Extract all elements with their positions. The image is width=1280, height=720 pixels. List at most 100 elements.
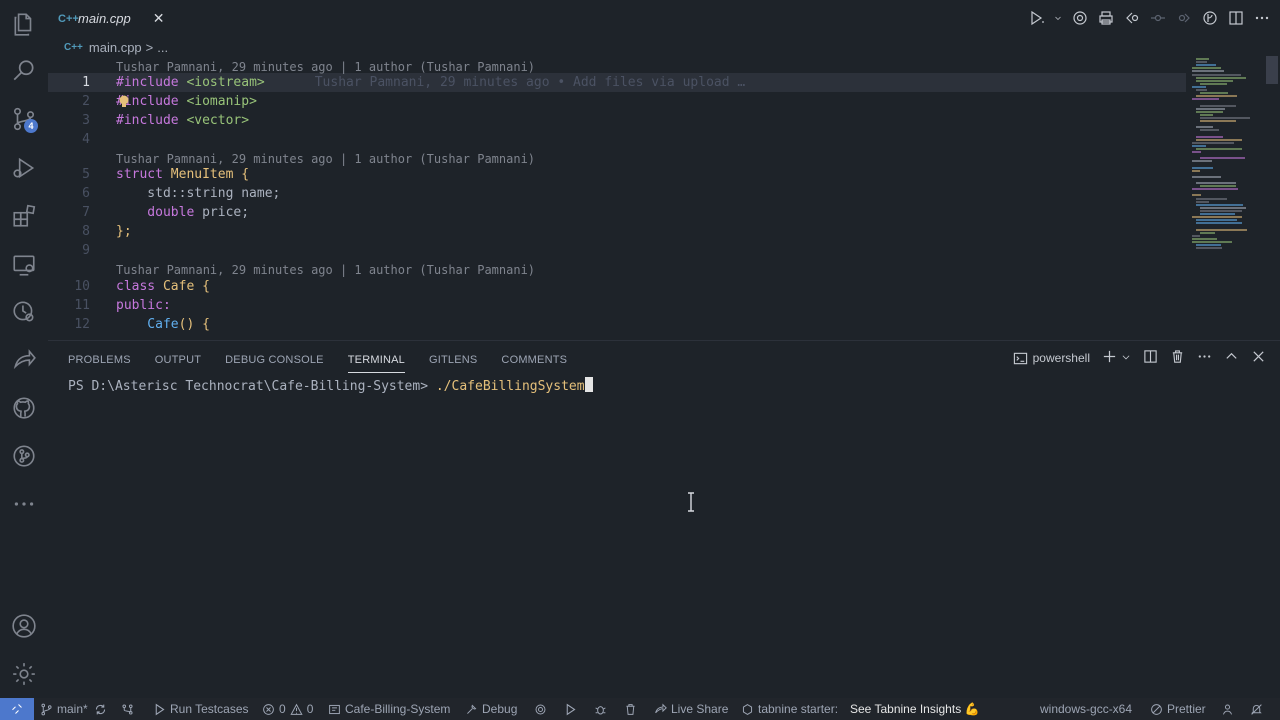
minimap-line bbox=[1200, 213, 1235, 215]
debug-target-button[interactable] bbox=[594, 698, 607, 720]
settings-gear-icon[interactable] bbox=[1071, 10, 1088, 27]
terminal-shell-selector[interactable]: powershell bbox=[1013, 351, 1090, 366]
editor-scrollbar[interactable] bbox=[1266, 56, 1278, 84]
trash-icon[interactable] bbox=[1170, 349, 1185, 367]
breadcrumb-file[interactable]: main.cpp bbox=[89, 40, 142, 55]
minimap-line bbox=[1192, 169, 1200, 172]
more-icon[interactable] bbox=[8, 488, 40, 520]
remote-indicator[interactable] bbox=[0, 698, 34, 720]
gitlens-graph-button[interactable] bbox=[121, 698, 134, 720]
extensions-icon[interactable] bbox=[8, 200, 40, 232]
breadcrumb-more[interactable]: ... bbox=[157, 40, 168, 55]
notifications-button[interactable] bbox=[1250, 698, 1263, 720]
minimap-line bbox=[1192, 160, 1212, 163]
accounts-icon[interactable] bbox=[8, 610, 40, 642]
minimap-line bbox=[1192, 166, 1213, 169]
cmake-project-button[interactable]: Cafe-Billing-System bbox=[328, 698, 450, 720]
line-number: 7 bbox=[82, 205, 90, 220]
run-testcases-button[interactable]: Run Testcases bbox=[153, 698, 249, 720]
tab-output[interactable]: OUTPUT bbox=[155, 347, 201, 373]
minimap-line bbox=[1196, 79, 1233, 82]
minimap-line bbox=[1200, 185, 1236, 188]
more-actions-icon[interactable] bbox=[1197, 349, 1212, 367]
code-line[interactable]: 5 struct MenuItem { bbox=[48, 165, 1188, 184]
code-line[interactable]: 1 #include <iostream> Tushar Pamnani, 29 … bbox=[48, 73, 1188, 92]
lightbulb-icon[interactable] bbox=[118, 95, 130, 109]
clean-button[interactable] bbox=[624, 698, 637, 720]
open-changes-icon[interactable] bbox=[1123, 10, 1140, 27]
code-line[interactable]: 9 bbox=[48, 241, 1188, 260]
minimap-line bbox=[1196, 107, 1225, 110]
accounts-status-button[interactable] bbox=[1221, 698, 1234, 720]
compiler-label: windows-gcc-x64 bbox=[1040, 702, 1133, 716]
prettier-button[interactable]: Prettier bbox=[1150, 698, 1206, 720]
tab-main-cpp[interactable]: C++ main.cpp ✕ bbox=[48, 0, 174, 36]
explorer-icon[interactable] bbox=[8, 8, 40, 40]
code-line[interactable]: 3 #include <vector> bbox=[48, 111, 1188, 130]
minimap[interactable] bbox=[1188, 56, 1264, 338]
panel-actions: powershell bbox=[1013, 347, 1266, 369]
code-line[interactable]: 6 std::string name; bbox=[48, 184, 1188, 203]
tabnine-insights-link[interactable]: See Tabnine Insights 💪 bbox=[850, 698, 979, 720]
code-editor[interactable]: Tushar Pamnani, 29 minutes ago | 1 autho… bbox=[48, 56, 1188, 338]
tab-terminal[interactable]: TERMINAL bbox=[347, 347, 405, 373]
run-debug-icon[interactable] bbox=[8, 152, 40, 184]
breadcrumb-separator: > bbox=[145, 39, 154, 55]
minimap-line bbox=[1192, 188, 1238, 191]
code-line[interactable]: 8 }; bbox=[48, 222, 1188, 241]
code-token: struct bbox=[116, 167, 163, 182]
testing-icon[interactable] bbox=[8, 296, 40, 328]
live-share-button[interactable]: Live Share bbox=[654, 698, 728, 720]
tab-gitlens[interactable]: GITLENS bbox=[429, 347, 477, 373]
new-terminal-icon[interactable] bbox=[1102, 349, 1117, 367]
next-change-icon[interactable] bbox=[1175, 10, 1192, 27]
build-settings-button[interactable] bbox=[534, 698, 547, 720]
tab-debug-console[interactable]: DEBUG CONSOLE bbox=[225, 347, 324, 373]
live-share-icon bbox=[655, 702, 667, 713]
github-icon[interactable] bbox=[8, 392, 40, 424]
gitlens-inspect-icon[interactable] bbox=[1201, 10, 1218, 27]
tabnine-status[interactable]: tabnine starter: bbox=[741, 698, 838, 720]
minimap-line bbox=[1196, 228, 1247, 231]
search-icon[interactable] bbox=[8, 55, 40, 87]
split-terminal-icon[interactable] bbox=[1143, 349, 1158, 367]
maximize-panel-icon[interactable] bbox=[1224, 349, 1239, 367]
print-icon[interactable] bbox=[1097, 10, 1114, 27]
code-token: }; bbox=[116, 224, 132, 239]
split-editor-icon[interactable] bbox=[1227, 10, 1244, 27]
chevron-down-icon[interactable] bbox=[1121, 351, 1131, 365]
code-line[interactable]: 10 class Cafe { bbox=[48, 277, 1188, 296]
chevron-down-icon[interactable] bbox=[1054, 10, 1062, 27]
more-actions-icon[interactable] bbox=[1253, 10, 1270, 27]
prettier-disabled-icon bbox=[1151, 703, 1162, 715]
close-icon[interactable]: ✕ bbox=[153, 10, 165, 27]
code-line[interactable]: 12 Cafe() { bbox=[48, 315, 1188, 334]
terminal-output[interactable]: PS D:\Asterisc Technocrat\Cafe-Billing-S… bbox=[68, 377, 593, 396]
tab-problems[interactable]: PROBLEMS bbox=[68, 347, 131, 373]
live-share-icon[interactable] bbox=[8, 344, 40, 376]
warning-count: 0 bbox=[306, 702, 314, 716]
sync-button[interactable] bbox=[94, 698, 107, 720]
code-line[interactable]: 4 bbox=[48, 130, 1188, 149]
remote-explorer-icon[interactable] bbox=[8, 249, 40, 281]
code-token: #include bbox=[116, 75, 179, 90]
code-token: #include bbox=[116, 113, 179, 128]
gitlens-icon[interactable] bbox=[8, 440, 40, 472]
code-line[interactable]: 11 public: bbox=[48, 296, 1188, 315]
manage-gear-icon[interactable] bbox=[8, 658, 40, 690]
previous-change-icon[interactable] bbox=[1149, 10, 1166, 27]
run-code-icon[interactable] bbox=[1028, 10, 1045, 27]
line-number: 4 bbox=[82, 132, 90, 147]
code-line[interactable]: 7 double price; bbox=[48, 203, 1188, 222]
sync-icon bbox=[95, 704, 106, 714]
code-token: <vector> bbox=[186, 113, 250, 128]
problems-indicator[interactable]: 0 0 bbox=[262, 698, 313, 720]
branch-indicator[interactable]: main* bbox=[40, 698, 88, 720]
debug-button[interactable]: Debug bbox=[465, 698, 517, 720]
tab-comments[interactable]: COMMENTS bbox=[501, 347, 567, 373]
compiler-config-button[interactable]: windows-gcc-x64 bbox=[1040, 698, 1132, 720]
source-control-icon[interactable]: 4 bbox=[8, 103, 40, 135]
code-line[interactable]: 2 #include <iomanip> bbox=[48, 92, 1188, 111]
launch-button[interactable] bbox=[564, 698, 577, 720]
close-panel-icon[interactable] bbox=[1251, 349, 1266, 367]
